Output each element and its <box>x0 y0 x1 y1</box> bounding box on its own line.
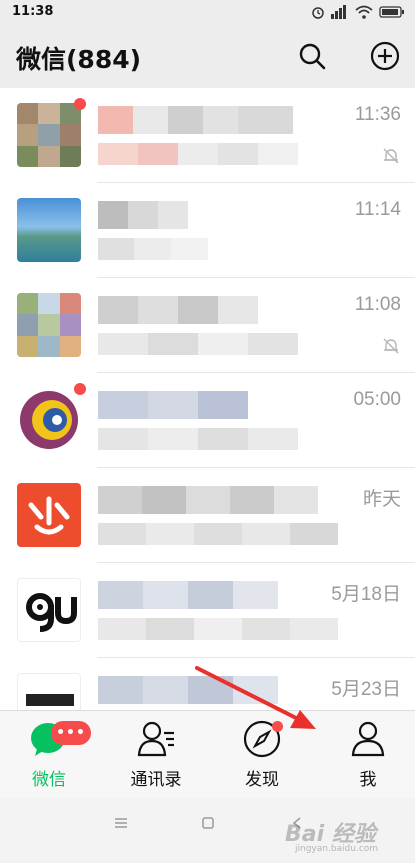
person-icon <box>348 719 388 759</box>
orange-logo-icon <box>28 496 70 535</box>
chat-message-blurred <box>98 143 298 165</box>
group-avatar <box>17 293 81 357</box>
mute-bell-icon <box>383 148 399 164</box>
chat-message-blurred <box>98 428 298 450</box>
home-icon[interactable] <box>201 816 215 830</box>
tab-me[interactable]: 我 <box>323 719 413 795</box>
chat-time: 11:14 <box>354 199 401 220</box>
gu-logo-avatar <box>17 578 81 642</box>
unread-dot <box>74 98 86 110</box>
chat-title-blurred <box>98 391 248 419</box>
chat-time: 5月23日 <box>331 679 401 700</box>
tab-discover[interactable]: 发现 <box>217 719 307 795</box>
chat-time: 5月18日 <box>331 584 401 605</box>
chat-row[interactable]: 05:00 <box>0 373 415 468</box>
search-button[interactable] <box>296 40 328 72</box>
chat-title-blurred <box>98 296 258 324</box>
tab-label: 发现 <box>245 770 279 790</box>
compass-icon <box>242 719 283 759</box>
gu-logo-icon <box>26 593 77 632</box>
wifi-icon <box>355 5 373 19</box>
moyu-logo-icon <box>26 694 74 706</box>
chat-time: 11:36 <box>354 104 401 125</box>
chat-time: 05:00 <box>353 389 401 410</box>
plus-circle-icon <box>370 41 400 71</box>
unread-dot <box>74 383 86 395</box>
signal-hd-icon <box>331 5 346 19</box>
unread-badge: ••• <box>51 721 91 745</box>
chat-row[interactable]: 11:36 <box>0 88 415 183</box>
tab-label: 我 <box>359 770 377 790</box>
search-icon <box>299 43 326 70</box>
chat-row[interactable]: 5月23日 <box>0 658 415 710</box>
chat-row[interactable]: 5月18日 <box>0 563 415 658</box>
chat-message-blurred <box>98 523 338 545</box>
landscape-avatar <box>17 198 81 262</box>
mute-bell-icon <box>383 338 399 354</box>
tab-chats[interactable]: ••• 微信 <box>4 719 94 795</box>
target-logo-icon <box>20 391 78 449</box>
app-header: 微信(884) <box>0 24 415 88</box>
chat-message-blurred <box>98 238 208 260</box>
chat-time: 昨天 <box>362 489 401 510</box>
group-avatar <box>17 103 81 167</box>
chat-title-blurred <box>98 201 188 229</box>
status-bar: 11:38 <box>0 0 415 24</box>
tab-label: 微信 <box>32 770 66 790</box>
battery-icon <box>379 6 404 18</box>
page-title: 微信(884) <box>16 45 142 74</box>
status-icons <box>311 3 405 21</box>
chat-title-blurred <box>98 676 278 704</box>
status-time: 11:38 <box>12 4 54 19</box>
bottom-tab-bar: ••• 微信 通讯录 发现 我 <box>0 710 415 798</box>
chat-title-blurred <box>98 581 278 609</box>
contacts-icon <box>136 719 176 759</box>
watermark-sub: jingyan.baidu.com <box>295 844 379 854</box>
target-logo-avatar <box>17 388 81 452</box>
chat-message-blurred <box>98 333 298 355</box>
tab-contacts[interactable]: 通讯录 <box>111 719 201 795</box>
chat-row[interactable]: 昨天 <box>0 468 415 563</box>
chat-title-blurred <box>98 486 318 514</box>
orange-logo-avatar <box>17 483 81 547</box>
moyu-logo-avatar <box>17 673 81 710</box>
add-button[interactable] <box>369 40 401 72</box>
alarm-icon <box>312 7 324 19</box>
chat-time: 11:08 <box>354 294 401 315</box>
chat-title-blurred <box>98 106 293 134</box>
chat-row[interactable]: 11:08 <box>0 278 415 373</box>
tab-label: 通讯录 <box>130 770 182 790</box>
chat-row[interactable]: 11:14 <box>0 183 415 278</box>
chat-list: 11:36 11:14 11:08 05:00 昨天 5月18日 5月23日 <box>0 88 415 710</box>
chat-message-blurred <box>98 618 338 640</box>
discover-dot <box>272 721 283 732</box>
menu-icon[interactable] <box>113 816 129 830</box>
watermark: Bai 经验 jingyan.baidu.com <box>285 812 405 858</box>
chat-bubble-icon: ••• <box>29 719 91 759</box>
